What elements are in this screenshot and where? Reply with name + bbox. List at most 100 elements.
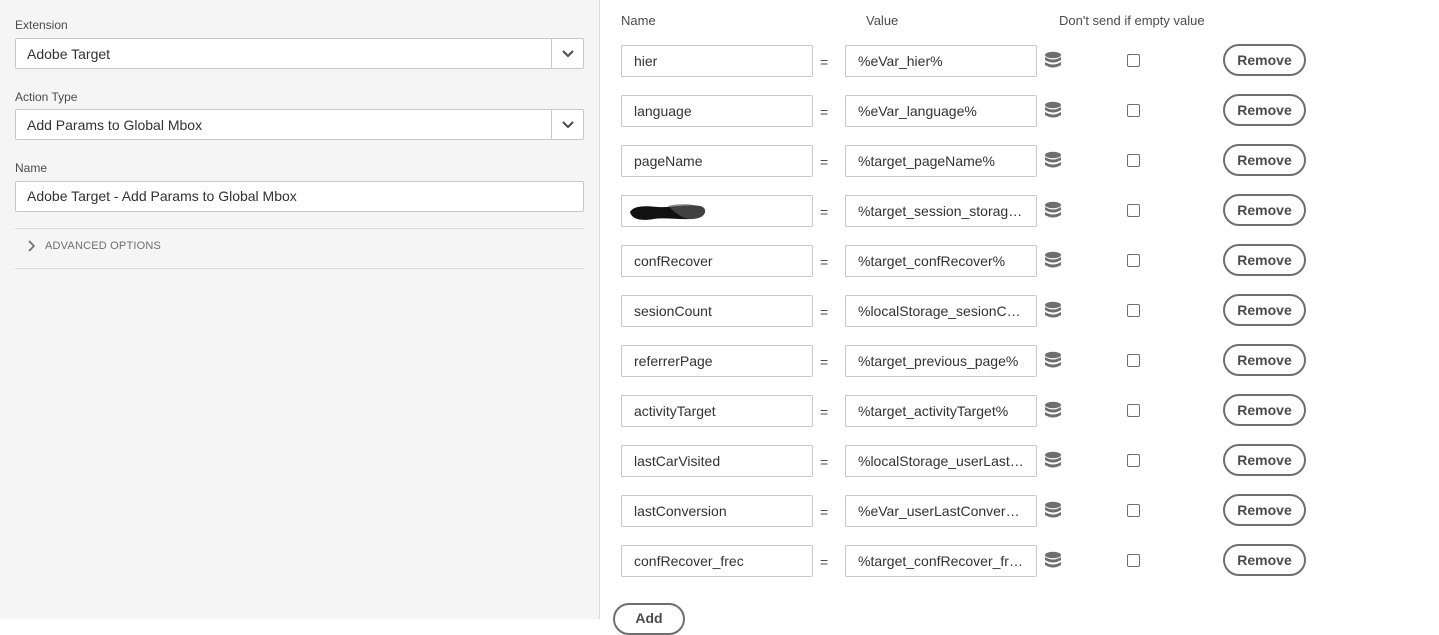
add-button[interactable]: Add bbox=[613, 603, 685, 635]
remove-button[interactable]: Remove bbox=[1223, 444, 1306, 476]
param-name-input[interactable]: confRecover_frec bbox=[621, 545, 813, 577]
param-value-input[interactable]: %target_pageName% bbox=[845, 145, 1037, 177]
param-row: lastConversion = %eVar_userLastConversio… bbox=[621, 494, 1321, 527]
param-row: activityTarget = %target_activityTarget%… bbox=[621, 394, 1321, 427]
param-row: confRecover = %target_confRecover% Remov… bbox=[621, 244, 1321, 277]
param-value-input[interactable]: %target_confRecover% bbox=[845, 245, 1037, 277]
equals-sign: = bbox=[820, 404, 829, 420]
dont-send-checkbox[interactable] bbox=[1127, 104, 1140, 117]
remove-button[interactable]: Remove bbox=[1223, 144, 1306, 176]
param-name-input[interactable]: language bbox=[621, 95, 813, 127]
param-value-input[interactable]: %localStorage_sesionCoun... bbox=[845, 295, 1037, 327]
extension-select-value: Adobe Target bbox=[27, 46, 111, 62]
name-input[interactable]: Adobe Target - Add Params to Global Mbox bbox=[15, 181, 584, 212]
equals-sign: = bbox=[820, 154, 829, 170]
data-element-icon[interactable] bbox=[1044, 101, 1062, 121]
param-row: confRecover_frec = %target_confRecover_f… bbox=[621, 544, 1321, 577]
dont-send-checkbox[interactable] bbox=[1127, 54, 1140, 67]
equals-sign: = bbox=[820, 454, 829, 470]
data-element-icon[interactable] bbox=[1044, 151, 1062, 171]
dont-send-checkbox[interactable] bbox=[1127, 204, 1140, 217]
param-value-input[interactable]: %eVar_hier% bbox=[845, 45, 1037, 77]
param-value-input[interactable]: %eVar_language% bbox=[845, 95, 1037, 127]
param-row: = %target_session_storage_... Remove bbox=[621, 194, 1321, 227]
data-element-icon[interactable] bbox=[1044, 451, 1062, 471]
data-element-icon[interactable] bbox=[1044, 351, 1062, 371]
remove-button[interactable]: Remove bbox=[1223, 344, 1306, 376]
remove-button[interactable]: Remove bbox=[1223, 494, 1306, 526]
param-value-input[interactable]: %target_activityTarget% bbox=[845, 395, 1037, 427]
param-row: referrerPage = %target_previous_page% Re… bbox=[621, 344, 1321, 377]
dont-send-checkbox[interactable] bbox=[1127, 504, 1140, 517]
column-header-dont-send: Don't send if empty value bbox=[1059, 13, 1205, 28]
action-type-dropdown-button[interactable] bbox=[551, 110, 583, 139]
param-name-input[interactable]: pageName bbox=[621, 145, 813, 177]
advanced-options-label: ADVANCED OPTIONS bbox=[45, 240, 162, 252]
remove-button[interactable]: Remove bbox=[1223, 394, 1306, 426]
dont-send-checkbox[interactable] bbox=[1127, 404, 1140, 417]
redaction-mark bbox=[630, 204, 706, 220]
chevron-down-icon bbox=[561, 49, 574, 57]
dont-send-checkbox[interactable] bbox=[1127, 154, 1140, 167]
remove-button[interactable]: Remove bbox=[1223, 294, 1306, 326]
param-value-input[interactable]: %target_previous_page% bbox=[845, 345, 1037, 377]
dont-send-checkbox[interactable] bbox=[1127, 304, 1140, 317]
param-value-input[interactable]: %localStorage_userLastCa... bbox=[845, 445, 1037, 477]
param-name-input-redacted[interactable] bbox=[621, 195, 813, 227]
data-element-icon[interactable] bbox=[1044, 401, 1062, 421]
divider bbox=[15, 228, 584, 229]
param-name-input[interactable]: confRecover bbox=[621, 245, 813, 277]
left-panel: Extension Adobe Target Action Type Add P… bbox=[0, 0, 600, 619]
param-name-input[interactable]: referrerPage bbox=[621, 345, 813, 377]
action-type-label: Action Type bbox=[15, 90, 78, 104]
param-row: sesionCount = %localStorage_sesionCoun..… bbox=[621, 294, 1321, 327]
advanced-options-toggle[interactable]: ADVANCED OPTIONS bbox=[27, 240, 161, 252]
param-name-input[interactable]: hier bbox=[621, 45, 813, 77]
data-element-icon[interactable] bbox=[1044, 501, 1062, 521]
param-value-input[interactable]: %eVar_userLastConversio... bbox=[845, 495, 1037, 527]
param-name-input[interactable]: lastCarVisited bbox=[621, 445, 813, 477]
param-row: lastCarVisited = %localStorage_userLastC… bbox=[621, 444, 1321, 477]
data-element-icon[interactable] bbox=[1044, 551, 1062, 571]
equals-sign: = bbox=[820, 54, 829, 70]
remove-button[interactable]: Remove bbox=[1223, 94, 1306, 126]
param-row: pageName = %target_pageName% Remove bbox=[621, 144, 1321, 177]
divider bbox=[15, 268, 584, 269]
column-header-value: Value bbox=[866, 13, 899, 28]
data-element-icon[interactable] bbox=[1044, 301, 1062, 321]
extension-select[interactable]: Adobe Target bbox=[15, 38, 584, 69]
extension-label: Extension bbox=[15, 18, 68, 32]
data-element-icon[interactable] bbox=[1044, 201, 1062, 221]
param-value-input[interactable]: %target_session_storage_... bbox=[845, 195, 1037, 227]
dont-send-checkbox[interactable] bbox=[1127, 354, 1140, 367]
equals-sign: = bbox=[820, 354, 829, 370]
param-name-input[interactable]: lastConversion bbox=[621, 495, 813, 527]
dont-send-checkbox[interactable] bbox=[1127, 254, 1140, 267]
action-type-select-value: Add Params to Global Mbox bbox=[27, 117, 203, 133]
column-header-name: Name bbox=[621, 13, 656, 28]
equals-sign: = bbox=[820, 304, 829, 320]
remove-button[interactable]: Remove bbox=[1223, 244, 1306, 276]
data-element-icon[interactable] bbox=[1044, 51, 1062, 71]
equals-sign: = bbox=[820, 254, 829, 270]
remove-button[interactable]: Remove bbox=[1223, 44, 1306, 76]
action-type-select[interactable]: Add Params to Global Mbox bbox=[15, 109, 584, 140]
extension-dropdown-button[interactable] bbox=[551, 39, 583, 68]
data-element-icon[interactable] bbox=[1044, 251, 1062, 271]
param-row: language = %eVar_language% Remove bbox=[621, 94, 1321, 127]
dont-send-checkbox[interactable] bbox=[1127, 554, 1140, 567]
param-value-input[interactable]: %target_confRecover_frec% bbox=[845, 545, 1037, 577]
dont-send-checkbox[interactable] bbox=[1127, 454, 1140, 467]
equals-sign: = bbox=[820, 504, 829, 520]
equals-sign: = bbox=[820, 204, 829, 220]
chevron-right-icon bbox=[28, 240, 35, 252]
remove-button[interactable]: Remove bbox=[1223, 194, 1306, 226]
name-label: Name bbox=[15, 161, 48, 175]
param-name-input[interactable]: sesionCount bbox=[621, 295, 813, 327]
param-name-input[interactable]: activityTarget bbox=[621, 395, 813, 427]
chevron-down-icon bbox=[561, 120, 574, 128]
param-row: hier = %eVar_hier% Remove bbox=[621, 44, 1321, 77]
equals-sign: = bbox=[820, 104, 829, 120]
equals-sign: = bbox=[820, 554, 829, 570]
remove-button[interactable]: Remove bbox=[1223, 544, 1306, 576]
